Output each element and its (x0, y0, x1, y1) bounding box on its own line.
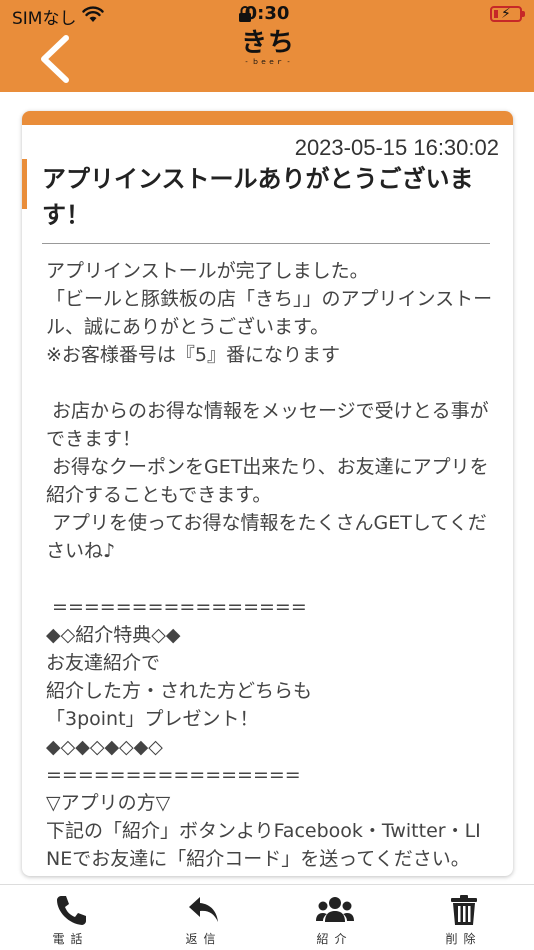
status-bar: SIMなし 0:30 ⚡ (0, 0, 534, 30)
reply-icon (188, 897, 218, 922)
phone-label: 電話 (52, 932, 89, 946)
trash-icon (450, 895, 477, 925)
reply-label: 返信 (185, 932, 222, 946)
users-icon (315, 897, 354, 922)
card-top-bar (22, 111, 513, 125)
share-button[interactable]: 紹介 (268, 885, 401, 950)
logo-text: きち (240, 28, 295, 58)
message-date: 2023-05-15 16:30:02 (294, 135, 499, 160)
message-body: アプリインストールが完了しました。 「ビールと豚鉄板の店「きち」」のアプリインス… (46, 260, 493, 869)
message-card: 2023-05-15 16:30:02 アプリインストールありがとうございます！… (22, 111, 513, 876)
back-button[interactable] (30, 34, 80, 84)
phone-icon (56, 896, 86, 925)
share-label: 紹介 (316, 932, 353, 946)
phone-button[interactable]: 電話 (4, 885, 137, 950)
battery-icon: ⚡ (490, 6, 525, 22)
title-accent-bar (22, 159, 27, 209)
shop-logo: きち - ｂｅｅｒ - (240, 30, 296, 90)
message-title: アプリインストールありがとうございます！ (42, 165, 474, 229)
delete-button[interactable]: 削除 (397, 885, 530, 950)
reply-button[interactable]: 返信 (137, 885, 270, 950)
app-header: SIMなし 0:30 ⚡ きち - ｂｅｅｒ - (0, 0, 534, 92)
clock-time: 0:30 (244, 3, 290, 24)
bottom-tab-bar: 電話 返信 紹介 削除 (0, 884, 534, 950)
title-divider (42, 243, 490, 244)
delete-label: 削除 (445, 932, 482, 946)
logo-subtext: - ｂｅｅｒ - (245, 58, 291, 66)
